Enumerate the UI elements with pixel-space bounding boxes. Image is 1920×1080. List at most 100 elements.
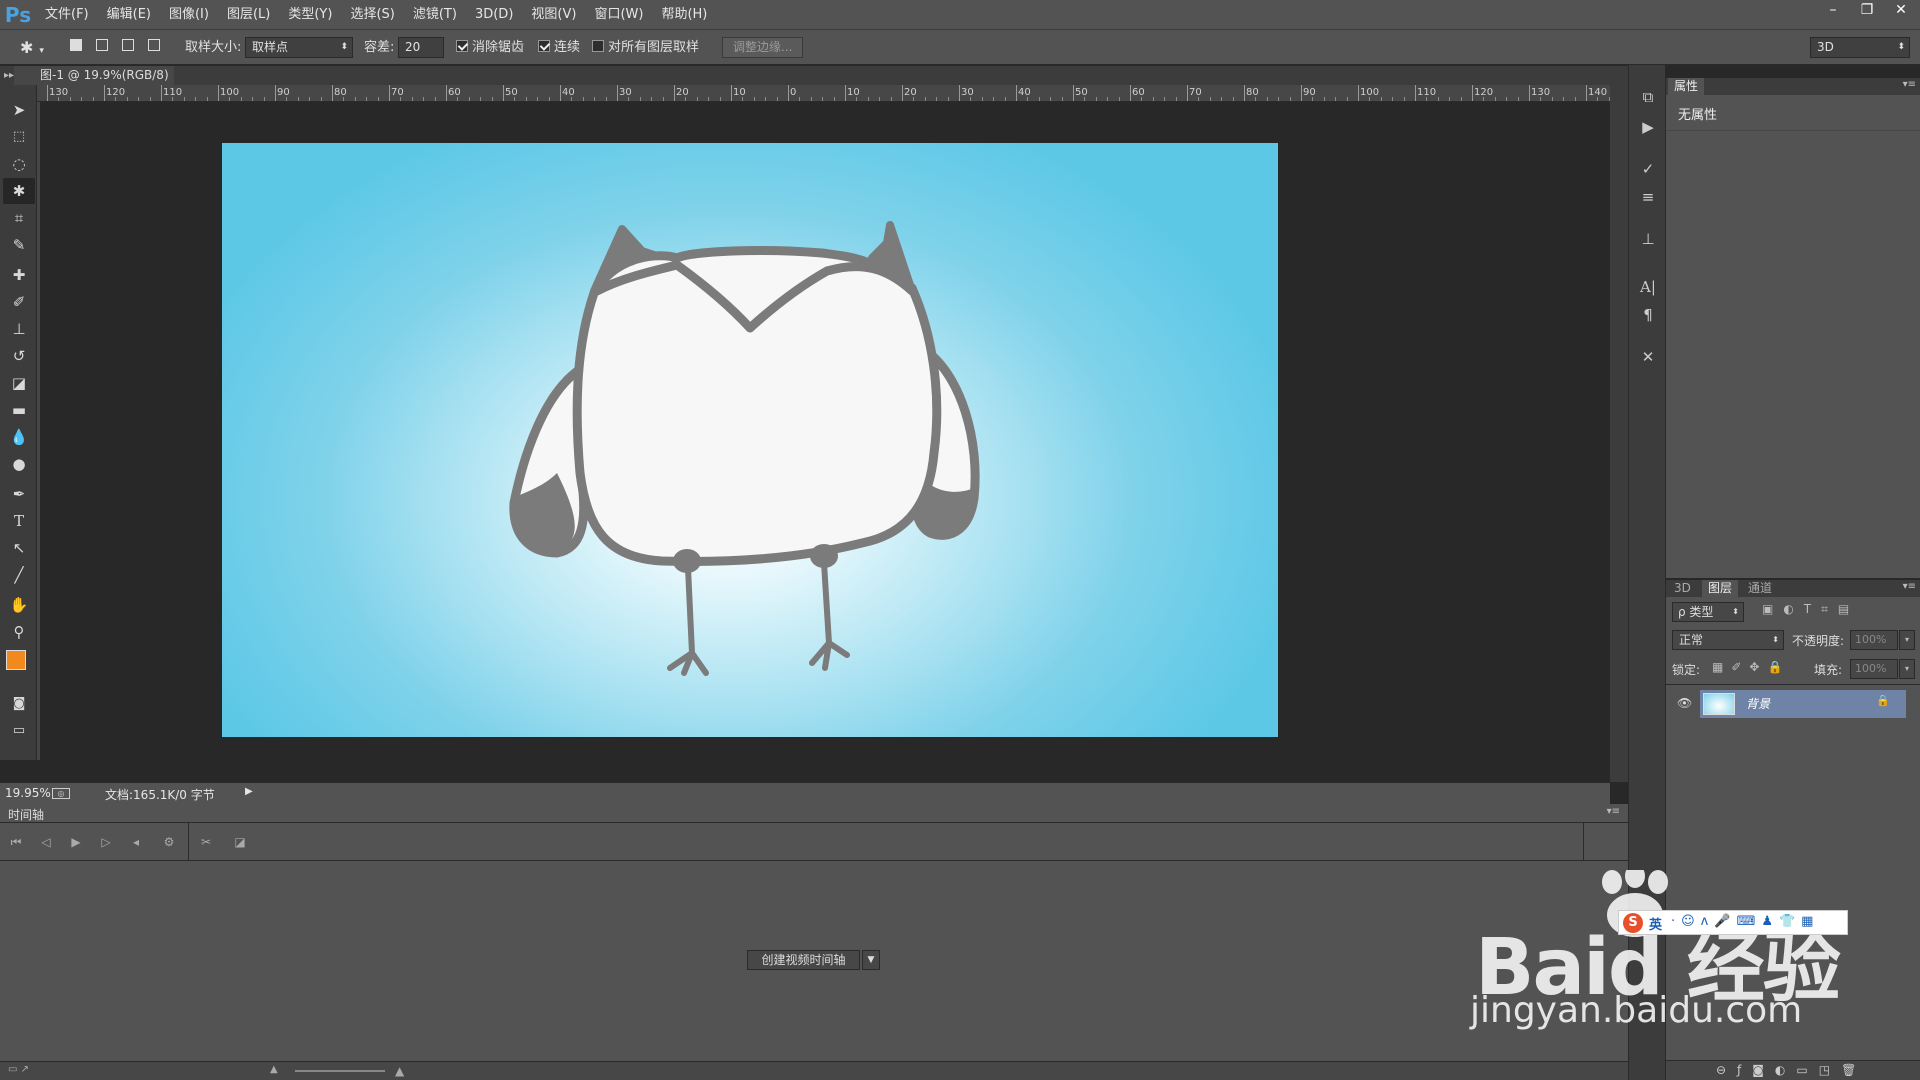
tab-layers[interactable]: 图层: [1702, 580, 1739, 597]
tolerance-input[interactable]: 20: [398, 37, 444, 58]
subtract-selection-icon[interactable]: [122, 39, 135, 51]
vertical-scrollbar[interactable]: [1610, 85, 1628, 782]
line-tool-icon[interactable]: ╱: [3, 562, 35, 588]
fill-input[interactable]: 100%: [1850, 659, 1898, 679]
menu-3d[interactable]: 3D(D): [466, 0, 522, 29]
scissors-icon[interactable]: ✂: [196, 833, 216, 851]
zoom-tool-icon[interactable]: ⚲: [3, 619, 35, 645]
healing-brush-icon[interactable]: ✚: [3, 262, 35, 288]
anti-alias-checkbox[interactable]: 消除锯齿: [456, 38, 524, 58]
opacity-input[interactable]: 100%: [1850, 630, 1898, 650]
transition-icon[interactable]: ◪: [230, 833, 250, 851]
stamp-tool-icon[interactable]: ⊥: [3, 316, 35, 342]
adjustments-icon[interactable]: ≡: [1636, 185, 1660, 209]
dodge-tool-icon[interactable]: ●: [3, 451, 35, 477]
blur-tool-icon[interactable]: 💧: [3, 424, 35, 450]
eye-visibility-icon[interactable]: 👁: [1677, 696, 1692, 710]
workspace-select[interactable]: 3D ⬍: [1810, 37, 1910, 58]
eyedropper-tool-icon[interactable]: ✎: [3, 232, 35, 258]
add-selection-icon[interactable]: [96, 39, 109, 51]
close-window-icon[interactable]: ✕: [1890, 1, 1912, 19]
character-icon[interactable]: A|: [1636, 275, 1660, 299]
lock-icons[interactable]: ▦✐✥🔒: [1712, 660, 1790, 674]
menu-file[interactable]: 文件(F): [36, 0, 98, 29]
blend-mode-select[interactable]: 正常 ⬍: [1672, 630, 1784, 650]
tab-channels[interactable]: 通道: [1742, 580, 1778, 597]
settings-gear-icon[interactable]: ⚙: [159, 833, 179, 851]
sample-all-check-icon[interactable]: [592, 40, 604, 52]
menu-filter[interactable]: 滤镜(T): [404, 0, 466, 29]
path-selection-icon[interactable]: ↖: [3, 535, 35, 561]
clone-source-icon[interactable]: ⊥: [1636, 227, 1660, 251]
crop-tool-icon[interactable]: ⌗: [3, 205, 35, 231]
chevron-down-icon[interactable]: ▼: [862, 950, 880, 970]
menu-view[interactable]: 视图(V): [522, 0, 585, 29]
layer-name[interactable]: 背景: [1746, 695, 1770, 712]
document-canvas[interactable]: [222, 143, 1278, 737]
tool-presets-icon[interactable]: ✕: [1636, 345, 1660, 369]
restore-icon[interactable]: ❐: [1856, 1, 1878, 19]
tab-properties[interactable]: 属性: [1668, 78, 1705, 95]
zoom-out-mountain-icon[interactable]: ▲: [270, 1064, 278, 1075]
type-tool-icon[interactable]: T: [3, 508, 35, 534]
intersect-selection-icon[interactable]: [148, 39, 161, 51]
sample-all-layers-checkbox[interactable]: 对所有图层取样: [592, 38, 699, 58]
play-icon[interactable]: ▶: [66, 833, 86, 851]
zoom-in-mountain-icon[interactable]: ▲: [395, 1064, 404, 1078]
gradient-tool-icon[interactable]: ▬: [3, 397, 35, 423]
anti-alias-check-icon[interactable]: [456, 40, 468, 52]
history-brush-icon[interactable]: ↺: [3, 343, 35, 369]
menu-help[interactable]: 帮助(H): [652, 0, 716, 29]
menu-image[interactable]: 图像(I): [160, 0, 218, 29]
history-icon[interactable]: ⧉: [1636, 85, 1660, 109]
lasso-tool-icon[interactable]: ◌: [3, 151, 35, 177]
panel-menu-icon[interactable]: ▾≡: [1607, 806, 1620, 817]
create-video-timeline-button[interactable]: 创建视频时间轴: [747, 950, 860, 970]
brush-presets-icon[interactable]: ✓: [1636, 157, 1660, 181]
prev-frame-icon[interactable]: ◁: [36, 833, 56, 851]
magic-wand-preset-icon[interactable]: ✱ ▾: [20, 38, 44, 58]
move-tool-icon[interactable]: ➤: [3, 97, 35, 123]
chevron-down-icon[interactable]: ▾: [1899, 630, 1915, 650]
menu-edit[interactable]: 编辑(E): [98, 0, 160, 29]
minimize-icon[interactable]: –: [1822, 1, 1844, 19]
ime-toolbar[interactable]: S 英 ·☺ʌ🎤⌨♟👕▦: [1618, 910, 1848, 935]
next-frame-icon[interactable]: ▷: [96, 833, 116, 851]
layer-filter-icons[interactable]: ▣◐T⌗▤: [1762, 602, 1859, 617]
status-menu-arrow-icon[interactable]: ▶: [245, 786, 253, 797]
hand-tool-icon[interactable]: ✋: [3, 592, 35, 618]
zoom-level[interactable]: 19.95%: [5, 786, 51, 800]
contiguous-check-icon[interactable]: [538, 40, 550, 52]
marquee-tool-icon[interactable]: ⬚: [3, 124, 35, 150]
ime-tool-icons[interactable]: ·☺ʌ🎤⌨♟👕▦: [1671, 914, 1819, 929]
actions-play-icon[interactable]: ▶: [1636, 115, 1660, 139]
menu-layer[interactable]: 图层(L): [218, 0, 279, 29]
foreground-color-swatch[interactable]: [6, 650, 26, 670]
first-frame-icon[interactable]: ⏮: [6, 833, 26, 851]
layer-footer-icons[interactable]: ⊖ƒ◙◐▭◳🗑: [1716, 1063, 1867, 1077]
refine-edge-button[interactable]: 调整边缘...: [722, 37, 804, 58]
eraser-tool-icon[interactable]: ◪: [3, 370, 35, 396]
layer-filter-select[interactable]: ρ 类型 ⬍: [1672, 602, 1744, 622]
chevron-down-icon[interactable]: ▾: [1899, 659, 1915, 679]
quick-mask-icon[interactable]: ◙: [3, 691, 35, 717]
screen-mode-icon[interactable]: ▭: [3, 718, 35, 744]
contiguous-checkbox[interactable]: 连续: [538, 38, 580, 58]
menu-select[interactable]: 选择(S): [341, 0, 403, 29]
ime-language[interactable]: 英: [1649, 914, 1662, 933]
timeline-zoom-slider[interactable]: [295, 1070, 385, 1072]
menu-type[interactable]: 类型(Y): [279, 0, 341, 29]
document-tab[interactable]: 图-1 @ 19.9%(RGB/8) ×: [14, 66, 174, 85]
menu-window[interactable]: 窗口(W): [585, 0, 652, 29]
brush-tool-icon[interactable]: ✐: [3, 289, 35, 315]
magic-wand-tool-icon[interactable]: ✱: [3, 178, 35, 204]
pen-tool-icon[interactable]: ✒: [3, 481, 35, 507]
selection-mode-icons[interactable]: [70, 38, 161, 58]
share-icon[interactable]: ◎: [52, 788, 70, 799]
sample-size-select[interactable]: 取样点 ⬍: [245, 37, 353, 58]
audio-icon[interactable]: ◂: [126, 833, 146, 851]
paragraph-icon[interactable]: ¶: [1636, 303, 1660, 327]
tab-3d[interactable]: 3D: [1668, 580, 1697, 597]
new-selection-icon[interactable]: [70, 39, 82, 51]
panel-menu-icon[interactable]: ▾≡: [1903, 79, 1916, 90]
